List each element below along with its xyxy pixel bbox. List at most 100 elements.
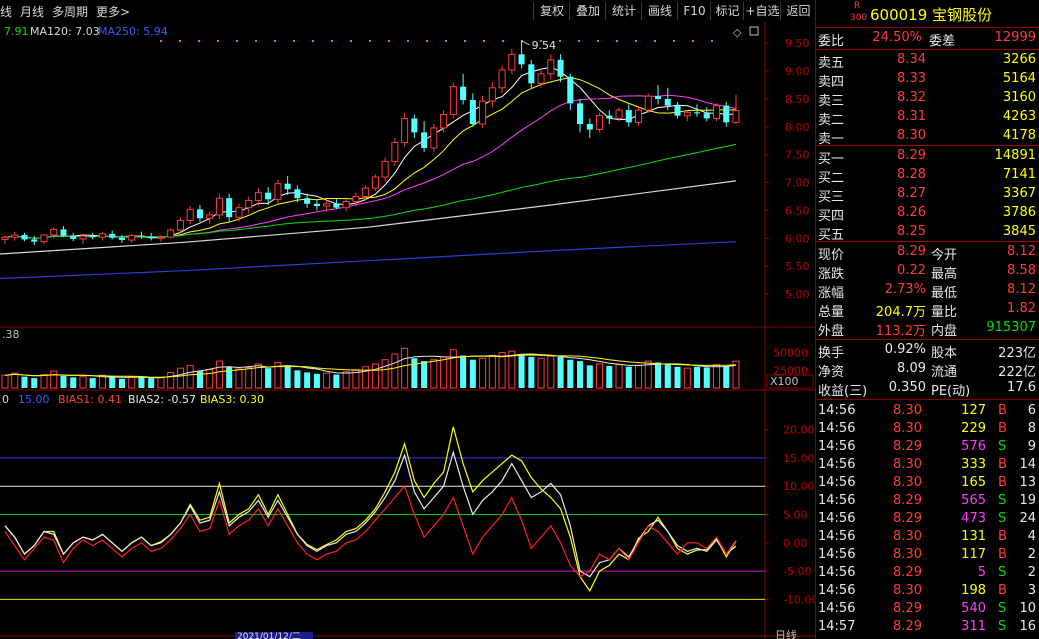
sell-row-1: 卖四 8.33 5164 xyxy=(816,70,1039,90)
toolbar-button-7[interactable]: 返回 xyxy=(780,2,816,20)
volume-bar-27 xyxy=(265,368,272,388)
trade-volume-8: 117 xyxy=(961,547,986,562)
trade-price-2: 8.29 xyxy=(893,439,922,454)
buy-price-1: 8.28 xyxy=(897,167,926,182)
stock-title[interactable]: 600019 宝钢股份 xyxy=(870,4,992,25)
quote-label-a-0: 现价 xyxy=(818,248,845,263)
candle-body-24 xyxy=(235,207,243,218)
volume-bar-33 xyxy=(323,372,331,389)
toolbar-button-0[interactable]: 复权 xyxy=(533,2,570,20)
buy-price-2: 8.27 xyxy=(897,186,926,201)
quote-row-1: 涨跌 0.22 最高 8.58 xyxy=(816,262,1039,282)
candle-body-36 xyxy=(352,196,360,203)
candle-body-42 xyxy=(411,118,418,133)
toolbar-button-3[interactable]: 画线 xyxy=(641,2,678,20)
trade-price-4: 8.30 xyxy=(893,475,922,490)
trade-row-2: 14:56 8.29 576 S 9 xyxy=(816,438,1039,457)
candle-body-10 xyxy=(98,233,106,238)
candle-body-37 xyxy=(362,187,370,198)
event-dot-8 xyxy=(312,40,314,42)
sep-quote xyxy=(816,241,1039,242)
info-label-b-1: 流通 xyxy=(931,365,958,380)
trade-row-11: 14:56 8.29 540 S 10 xyxy=(816,600,1039,619)
weicha-value: 12999 xyxy=(994,30,1036,45)
bias-label-4: BIAS3: 0.30 xyxy=(200,393,264,406)
candle-body-28 xyxy=(274,183,282,200)
volume-bar-8 xyxy=(79,376,87,389)
quote-value-a-0: 8.29 xyxy=(897,244,926,259)
candle-body-62 xyxy=(606,115,613,119)
candle-body-39 xyxy=(381,160,389,178)
volume-bar-39 xyxy=(381,359,389,389)
info-value-a-0: 0.92% xyxy=(884,342,926,357)
candle-body-56 xyxy=(547,59,555,75)
volume-bar-68 xyxy=(664,363,671,388)
sep-bidask xyxy=(816,145,1039,146)
toolbar-left-2[interactable]: 多周期 xyxy=(52,3,88,20)
sep-info xyxy=(816,339,1039,340)
candle-body-61 xyxy=(596,115,604,131)
candle-body-17 xyxy=(167,229,175,238)
candle-body-70 xyxy=(683,111,691,117)
candle-body-59 xyxy=(577,103,584,125)
buy-row-3: 买四 8.26 3786 xyxy=(816,204,1039,224)
quote-label-b-1: 最高 xyxy=(931,267,958,282)
event-dot-14 xyxy=(426,40,428,42)
volume-bar-25 xyxy=(245,366,253,389)
event-dot-15 xyxy=(445,40,447,42)
candle-body-66 xyxy=(644,95,652,111)
toolbar-button-2[interactable]: 统计 xyxy=(605,2,642,20)
trade-volume-7: 131 xyxy=(961,529,986,544)
toolbar-left-3[interactable]: 更多> xyxy=(96,3,130,20)
volume-bar-34 xyxy=(333,374,340,388)
candle-body-26 xyxy=(254,192,262,201)
toolbar-button-5[interactable]: 标记 xyxy=(710,2,744,20)
sell-price-4: 8.30 xyxy=(897,128,926,143)
trade-side-5: S xyxy=(998,493,1007,508)
info-label-a-0: 换手 xyxy=(818,346,845,361)
price-axis-label-0: 9.50 xyxy=(785,37,810,50)
trade-price-0: 8.30 xyxy=(893,403,922,418)
event-dot-22 xyxy=(578,40,580,42)
volume-bar-54 xyxy=(528,356,535,388)
toolbar-button-1[interactable]: 叠加 xyxy=(569,2,606,20)
candle-body-50 xyxy=(488,87,496,102)
sell-row-4: 卖一 8.30 4178 xyxy=(816,127,1039,147)
volume-bar-42 xyxy=(411,358,418,388)
toolbar-button-4[interactable]: F10 xyxy=(677,2,711,20)
sell-volume-1: 5164 xyxy=(1002,71,1036,86)
volume-bar-24 xyxy=(235,368,243,389)
candle-body-18 xyxy=(176,220,184,231)
volume-bar-41 xyxy=(401,347,409,389)
event-dot-29 xyxy=(711,40,713,42)
trade-row-6: 14:56 8.29 473 S 24 xyxy=(816,510,1039,529)
weibi-row: 委比 24.50% 委差 12999 xyxy=(816,29,1039,49)
candle-body-1 xyxy=(11,234,19,238)
volume-bar-57 xyxy=(557,356,564,388)
sell-price-2: 8.32 xyxy=(897,90,926,105)
price-axis-label-4: 7.50 xyxy=(785,149,810,162)
candle-body-74 xyxy=(723,105,730,123)
toolbar-left-1[interactable]: 月线 xyxy=(20,3,44,20)
quote-label-a-4: 外盘 xyxy=(818,324,845,339)
trade-price-5: 8.29 xyxy=(893,493,922,508)
buy-level-3: 买四 xyxy=(818,209,845,224)
high-label: 9.54 xyxy=(532,39,557,52)
volume-bar-2 xyxy=(21,376,28,388)
trade-price-7: 8.30 xyxy=(893,529,922,544)
sell-price-1: 8.33 xyxy=(897,71,926,86)
quote-label-b-3: 量比 xyxy=(931,305,958,320)
volume-bar-48 xyxy=(469,359,476,388)
sell-price-3: 8.31 xyxy=(897,109,926,124)
volume-bar-18 xyxy=(176,367,184,389)
kline-chart[interactable]: 9.50 9.00 8.50 8.00 7.50 7.00 6.50 6.00 5.50 5.00… xyxy=(0,22,815,639)
buy-volume-2: 3367 xyxy=(1002,186,1036,201)
toolbar-button-6[interactable]: +自选 xyxy=(743,2,781,20)
toolbar-left-0[interactable]: 线 xyxy=(0,3,12,20)
candle-body-49 xyxy=(479,100,487,125)
candle-body-6 xyxy=(60,229,67,236)
volume-bar-59 xyxy=(577,361,584,388)
volume-label: .38 xyxy=(2,328,20,341)
buy-volume-3: 3786 xyxy=(1002,205,1036,220)
buy-level-1: 买二 xyxy=(818,171,845,186)
